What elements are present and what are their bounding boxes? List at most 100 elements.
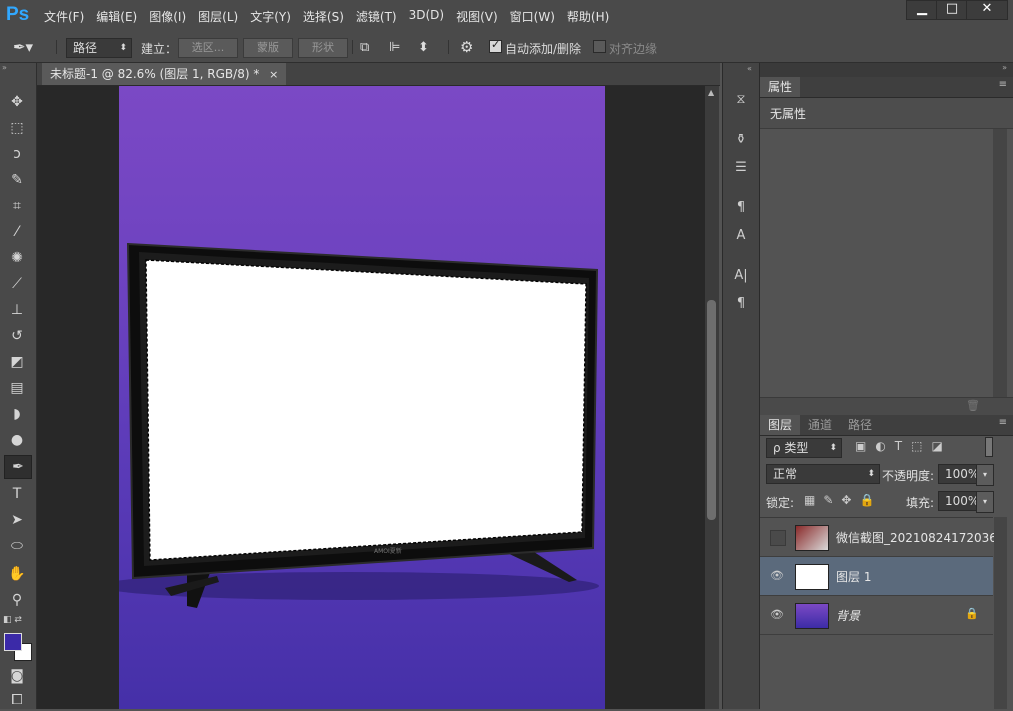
properties-scrollbar[interactable]	[993, 129, 1007, 399]
panel-menu-icon[interactable]: ≡	[999, 79, 1007, 90]
character-panel-icon[interactable]: A|	[729, 265, 753, 287]
layer-name[interactable]: 微信截图_20210824172036	[836, 529, 997, 546]
layer-row[interactable]: 👁 背景 🔒	[760, 596, 993, 635]
layer-name[interactable]: 背景	[836, 607, 860, 624]
opacity-input[interactable]: 100%	[938, 464, 979, 484]
quick-selection-tool-icon[interactable]: ✎	[4, 169, 30, 191]
eye-icon[interactable]: 👁	[770, 569, 784, 583]
quick-mask-icon[interactable]: ◙	[4, 665, 30, 687]
scrollbar-thumb[interactable]	[707, 300, 716, 520]
fill-input[interactable]: 100%	[938, 491, 979, 511]
collapse-panels-icon[interactable]: »	[1002, 63, 1007, 72]
tab-layers[interactable]: 图层	[760, 415, 801, 435]
hand-tool-icon[interactable]: ✋	[4, 563, 30, 585]
fill-dropdown-icon[interactable]: ▾	[976, 491, 994, 513]
character-style-panel-icon[interactable]: A	[729, 225, 753, 247]
menu-filter[interactable]: 滤镜(T)	[356, 8, 397, 25]
paragraph-style-panel-icon[interactable]: ¶	[729, 197, 753, 219]
gear-icon[interactable]: ⚙	[460, 38, 473, 56]
tab-paths[interactable]: 路径	[840, 415, 880, 435]
layer-row-selected[interactable]: 👁 图层 1	[760, 557, 993, 596]
menu-select[interactable]: 选择(S)	[303, 8, 344, 25]
lasso-tool-icon[interactable]: ↄ	[4, 143, 30, 165]
crop-tool-icon[interactable]: ⌗	[4, 195, 30, 217]
path-alignment-icon[interactable]: ⊫	[389, 40, 400, 55]
move-tool-icon[interactable]: ✥	[4, 91, 30, 113]
layer-thumbnail	[795, 603, 829, 629]
close-button[interactable]: ✕	[966, 0, 1008, 20]
menu-3d[interactable]: 3D(D)	[409, 8, 444, 25]
layer-row[interactable]: 微信截图_20210824172036	[760, 518, 997, 557]
no-properties-text: 无属性	[770, 107, 807, 121]
history-brush-tool-icon[interactable]: ↺	[4, 325, 30, 347]
layer-filter-select[interactable]: ρ 类型 ⬍	[766, 438, 842, 458]
make-selection-button[interactable]: 选区...	[178, 38, 238, 58]
layers-scrollbar[interactable]	[994, 517, 1007, 709]
document-tabs: 未标题-1 @ 82.6% (图层 1, RGB/8) * ×	[37, 63, 720, 86]
make-mask-button[interactable]: 蒙版	[243, 38, 293, 58]
make-shape-button[interactable]: 形状	[298, 38, 348, 58]
eraser-tool-icon[interactable]: ◩	[4, 351, 30, 373]
maximize-button[interactable]: □	[936, 0, 968, 20]
visibility-toggle-off[interactable]	[770, 530, 786, 546]
collapse-icon[interactable]: »	[2, 63, 7, 72]
pen-tool-preset-icon[interactable]: ✒▾	[6, 37, 40, 57]
menu-image[interactable]: 图像(I)	[149, 8, 186, 25]
layer-filter-icons[interactable]: ▣◐T⬚◪	[855, 439, 952, 453]
tab-channels[interactable]: 通道	[800, 415, 840, 435]
layers-tab-row: 图层 通道 路径 ≡	[760, 415, 1013, 436]
trash-icon[interactable]: 🗑	[966, 399, 980, 412]
brush-tool-icon[interactable]: ⟋	[4, 273, 30, 295]
filter-toggle[interactable]	[985, 437, 993, 457]
expand-icon[interactable]: «	[747, 64, 752, 73]
screen-mode-icon[interactable]: ⧠	[4, 689, 30, 711]
paragraph-panel-icon[interactable]: ¶	[729, 293, 753, 315]
tools-panel: » ✥ ⬚ ↄ ✎ ⌗ ⁄ ✺ ⟋ ⊥ ↺ ◩ ▤ ◗ ● ✒ T ➤ ⬭ ✋ …	[0, 63, 37, 709]
minimize-button[interactable]: ▁	[906, 0, 938, 20]
menu-layer[interactable]: 图层(L)	[198, 8, 238, 25]
brush-panel-icon[interactable]: ⚱	[729, 129, 753, 151]
blend-mode-value: 正常	[773, 467, 798, 481]
scroll-up-icon[interactable]: ▲	[708, 88, 714, 97]
menu-file[interactable]: 文件(F)	[44, 8, 84, 25]
path-operations-icon[interactable]: ⧉	[360, 40, 369, 55]
tool-mode-select[interactable]: 路径 ⬍	[66, 38, 132, 58]
blur-tool-icon[interactable]: ◗	[4, 403, 30, 425]
gradient-tool-icon[interactable]: ▤	[4, 377, 30, 399]
foreground-color-swatch[interactable]	[4, 633, 22, 651]
marquee-tool-icon[interactable]: ⬚	[4, 117, 30, 139]
menu-window[interactable]: 窗口(W)	[510, 8, 555, 25]
menu-type[interactable]: 文字(Y)	[250, 8, 291, 25]
menu-edit[interactable]: 编辑(E)	[96, 8, 137, 25]
tab-close-icon[interactable]: ×	[269, 68, 278, 81]
history-panel-icon[interactable]: ⧖	[729, 89, 753, 111]
auto-add-delete-checkbox[interactable]: ✓	[489, 38, 502, 53]
healing-brush-tool-icon[interactable]: ✺	[4, 247, 30, 269]
type-tool-icon[interactable]: T	[4, 483, 30, 505]
ellipse-tool-icon[interactable]: ⬭	[4, 535, 30, 557]
path-arrangement-icon[interactable]: ⬍	[418, 40, 429, 55]
align-edges-checkbox[interactable]	[593, 40, 606, 53]
adjustments-panel-icon[interactable]: ☰	[729, 157, 753, 179]
dodge-tool-icon[interactable]: ●	[4, 429, 30, 451]
tab-properties[interactable]: 属性	[760, 77, 801, 97]
menu-help[interactable]: 帮助(H)	[567, 8, 609, 25]
clone-stamp-tool-icon[interactable]: ⊥	[4, 299, 30, 321]
lock-options-icons[interactable]: ▦✎✥🔒	[804, 493, 882, 507]
default-colors-icon[interactable]: ◧ ⇄	[3, 615, 22, 625]
document-tab[interactable]: 未标题-1 @ 82.6% (图层 1, RGB/8) * ×	[42, 63, 287, 85]
menu-bar: Ps 文件(F) 编辑(E) 图像(I) 图层(L) 文字(Y) 选择(S) 滤…	[0, 0, 1013, 33]
panel-header-strip: »	[760, 63, 1013, 77]
canvas[interactable]: AMOI夏新	[119, 86, 605, 709]
menu-view[interactable]: 视图(V)	[456, 8, 498, 25]
zoom-tool-icon[interactable]: ⚲	[4, 589, 30, 611]
opacity-dropdown-icon[interactable]: ▾	[976, 464, 994, 486]
layer-name[interactable]: 图层 1	[836, 568, 871, 585]
path-selection-tool-icon[interactable]: ➤	[4, 509, 30, 531]
eyedropper-tool-icon[interactable]: ⁄	[4, 221, 30, 243]
blend-mode-select[interactable]: 正常 ⬍	[766, 464, 880, 484]
fill-label: 填充:	[906, 496, 935, 510]
eye-icon[interactable]: 👁	[770, 608, 784, 622]
pen-tool-icon[interactable]: ✒	[4, 455, 32, 479]
panel-menu-icon[interactable]: ≡	[999, 417, 1007, 428]
